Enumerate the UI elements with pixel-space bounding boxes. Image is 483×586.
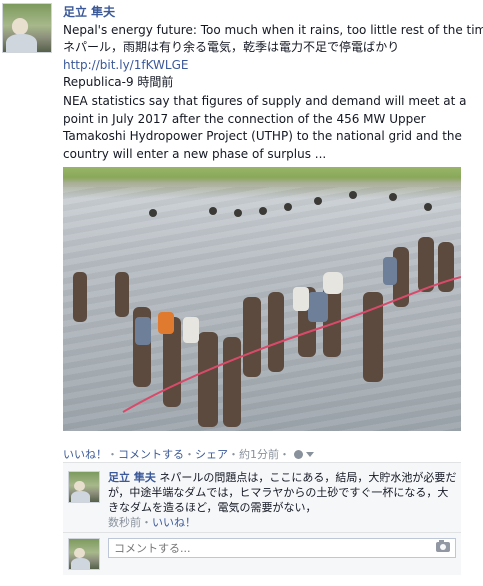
globe-icon (293, 450, 303, 459)
comment-body: 足立 隼夫 ネパールの問題点は，ここにある，結局，大貯水池が必要だが，中途半端な… (108, 470, 458, 515)
divider (63, 532, 461, 533)
post-link[interactable]: http://bit.ly/1fKWLGE (63, 58, 188, 73)
comment-link[interactable]: コメントする (118, 448, 184, 461)
comment-text: ネパールの問題点は，ここにある，結局，大貯水池が必要だが，中途半端なダムでは，ヒ… (108, 471, 457, 514)
post-title-ja: ネパール，雨期は有り余る電気，乾季は電力不足で停電ばかり (63, 40, 400, 54)
post-actions: いいね！・コメントする・シェア・約1分前・ (63, 446, 314, 462)
post-author-name[interactable]: 足立 隼夫 (63, 3, 115, 20)
separator: ・ (141, 516, 152, 529)
comment-meta: 数秒前・いいね！ (108, 514, 196, 530)
comment-time: 数秒前 (108, 516, 141, 529)
separator: ・ (184, 448, 195, 461)
camera-icon[interactable] (436, 540, 450, 552)
author-avatar[interactable] (2, 3, 52, 53)
post-photo[interactable] (63, 167, 461, 431)
like-link[interactable]: いいね！ (63, 448, 107, 461)
comment-input[interactable] (108, 538, 456, 558)
comment-author[interactable]: 足立 隼夫 (108, 471, 156, 484)
commenter-avatar[interactable] (68, 471, 100, 503)
post-timestamp: ・約1分前・ (228, 448, 290, 461)
current-user-avatar (68, 538, 100, 570)
comment-like-link[interactable]: いいね！ (152, 516, 196, 529)
chevron-down-icon[interactable] (306, 452, 314, 457)
post-title-en: Nepal's energy future: Too much when it … (63, 23, 483, 37)
share-link[interactable]: シェア (195, 448, 228, 461)
post-description: NEA statistics say that figures of suppl… (63, 94, 467, 161)
post-source-time: Republica-9 時間前 (63, 75, 174, 89)
photo-figures (73, 191, 461, 427)
separator: ・ (107, 448, 118, 461)
